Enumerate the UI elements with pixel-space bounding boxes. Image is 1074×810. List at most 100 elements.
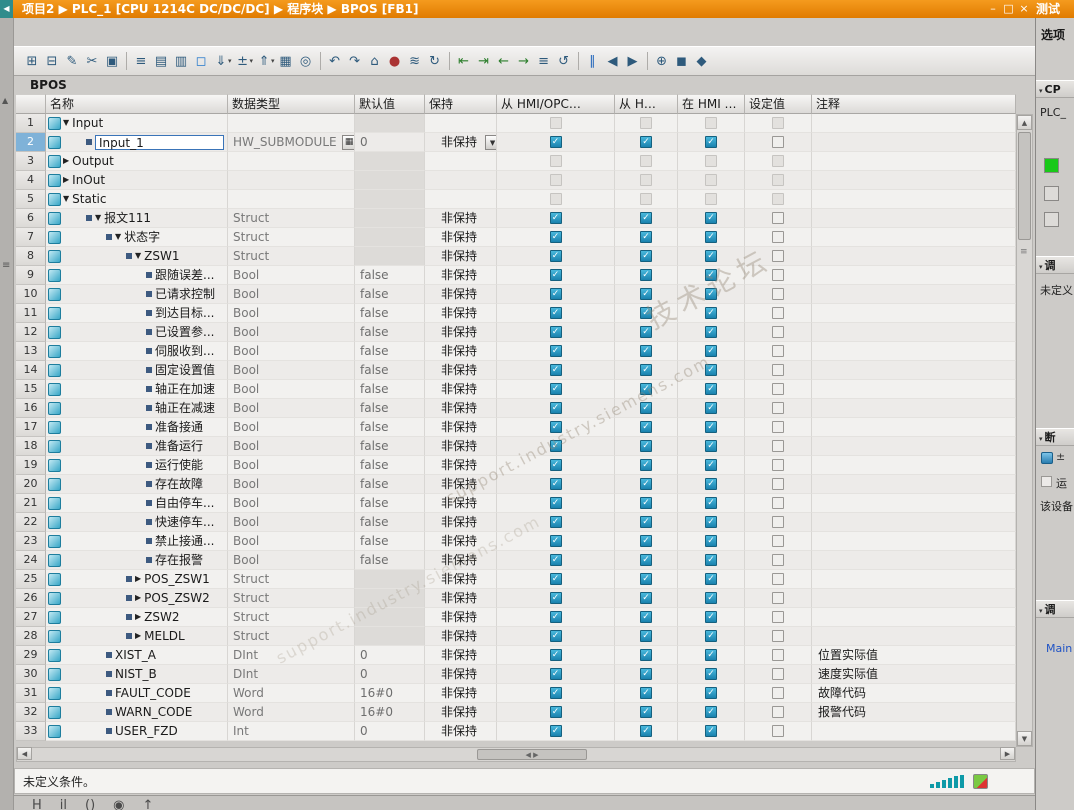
in-hmi-checkbox[interactable]: ✓ [705, 497, 717, 509]
left-edge-splitter[interactable]: ▲ ≡ [0, 18, 14, 810]
name-cell[interactable]: ▶ POS_ZSW2 [46, 589, 228, 608]
comment-cell[interactable] [812, 627, 1016, 646]
in-hmi-checkbox[interactable]: ✓ [705, 345, 717, 357]
datatype-cell[interactable]: Bool [228, 456, 355, 475]
table-row[interactable]: 11 到达目标... Bool false 非保持 ✓ ✓ ✓ [16, 304, 1016, 323]
default-value-cell[interactable]: false [355, 418, 425, 437]
name-cell[interactable]: ▼ Static [46, 190, 228, 209]
setpoint-checkbox[interactable] [772, 421, 784, 433]
retain-cell[interactable]: 非保持 ▼ [425, 133, 497, 152]
row-number[interactable]: 8 [16, 247, 46, 266]
in-hmi-checkbox[interactable]: ✓ [705, 592, 717, 604]
row-number[interactable]: 10 [16, 285, 46, 304]
retain-dropdown-icon[interactable]: ▼ [485, 135, 496, 150]
expand-icon[interactable]: ▶ [63, 152, 69, 170]
hmi-writable-checkbox[interactable]: ✓ [640, 326, 652, 338]
hmi-writable-checkbox[interactable]: ✓ [640, 364, 652, 376]
name-cell[interactable]: 轴正在减速 [46, 399, 228, 418]
default-value-cell[interactable] [355, 570, 425, 589]
taskbar-icon[interactable]: ◉ [113, 798, 124, 810]
retain-cell[interactable]: 非保持 [425, 209, 497, 228]
hmi-writable-checkbox[interactable]: ✓ [640, 231, 652, 243]
hmi-access-checkbox[interactable]: ✓ [549, 326, 562, 338]
hmi-writable-checkbox[interactable]: ✓ [640, 687, 652, 699]
in-hmi-checkbox[interactable]: ✓ [705, 459, 717, 471]
setpoint-checkbox[interactable] [772, 516, 784, 528]
cut-icon[interactable]: ✂ [82, 51, 102, 71]
in-hmi-checkbox[interactable]: ✓ [705, 402, 717, 414]
row-number[interactable]: 9 [16, 266, 46, 285]
row-number[interactable]: 18 [16, 437, 46, 456]
in-hmi-checkbox[interactable]: ✓ [705, 725, 717, 737]
table-row[interactable]: 17 准备接通 Bool false 非保持 ✓ ✓ ✓ [16, 418, 1016, 437]
hmi-writable-checkbox[interactable]: ✓ [640, 459, 652, 471]
hmi-writable-checkbox[interactable]: ✓ [640, 402, 652, 414]
name-cell[interactable]: ▶ POS_ZSW1 [46, 570, 228, 589]
hmi-writable-checkbox[interactable]: ✓ [640, 269, 652, 281]
horizontal-scroll-thumb[interactable]: ◀ ▶ [477, 749, 587, 760]
scroll-up-icon[interactable]: ▲ [1017, 115, 1032, 130]
name-cell[interactable]: 准备接通 [46, 418, 228, 437]
expand-icon[interactable]: ▶ [135, 627, 141, 645]
datatype-cell[interactable]: Bool [228, 437, 355, 456]
variable-name[interactable]: Input [72, 114, 103, 132]
rename-icon[interactable]: ✎ [62, 51, 82, 71]
default-value-cell[interactable]: false [355, 323, 425, 342]
datatype-cell[interactable]: Word [228, 684, 355, 703]
name-cell[interactable]: ▶ MELDL [46, 627, 228, 646]
name-cell[interactable]: 准备运行 [46, 437, 228, 456]
setpoint-checkbox[interactable] [772, 630, 784, 642]
in-hmi-checkbox[interactable]: ✓ [705, 288, 717, 300]
in-hmi-checkbox[interactable]: ✓ [705, 573, 717, 585]
scroll-down-icon[interactable]: ▼ [1017, 731, 1032, 746]
comment-cell[interactable] [812, 418, 1016, 437]
hmi-writable-checkbox[interactable]: ✓ [640, 668, 652, 680]
table-row[interactable]: 29 XIST_A DInt 0 非保持 ✓ ✓ ✓ 位置实际值 [16, 646, 1016, 665]
default-value-cell[interactable]: false [355, 532, 425, 551]
default-value-cell[interactable]: false [355, 380, 425, 399]
hmi-writable-checkbox[interactable]: ✓ [640, 288, 652, 300]
default-value-cell[interactable]: 0 [355, 133, 425, 152]
retain-cell[interactable] [425, 152, 497, 171]
comment-cell[interactable] [812, 494, 1016, 513]
comment-cell[interactable] [812, 437, 1016, 456]
comment-cell[interactable] [812, 551, 1016, 570]
datatype-cell[interactable] [228, 190, 355, 209]
default-value-cell[interactable]: false [355, 475, 425, 494]
in-hmi-checkbox[interactable]: ✓ [705, 136, 717, 148]
comment-cell[interactable] [812, 114, 1016, 133]
row-number[interactable]: 12 [16, 323, 46, 342]
datatype-cell[interactable]: Bool [228, 551, 355, 570]
name-cell[interactable]: 存在报警 [46, 551, 228, 570]
name-cell[interactable]: 运行使能 [46, 456, 228, 475]
fbd-view-icon[interactable]: ▥ [171, 51, 191, 71]
hmi-access-checkbox[interactable]: ✓ [549, 611, 562, 623]
breakpoint-icon[interactable] [1041, 452, 1053, 464]
hmi-writable-checkbox[interactable]: ✓ [640, 649, 652, 661]
comment-cell[interactable] [812, 266, 1016, 285]
setpoint-checkbox[interactable] [772, 478, 784, 490]
refresh-icon[interactable]: ↻ [425, 51, 445, 71]
datatype-cell[interactable] [228, 114, 355, 133]
comment-cell[interactable] [812, 190, 1016, 209]
comment-cell[interactable] [812, 209, 1016, 228]
datatype-cell[interactable]: DInt [228, 646, 355, 665]
default-value-cell[interactable]: false [355, 551, 425, 570]
horizontal-scrollbar[interactable]: ◀ ◀ ▶ ▶ [16, 747, 1016, 762]
hmi-access-checkbox[interactable]: ✓ [549, 402, 562, 414]
insert-row-icon[interactable]: ⊞ [22, 51, 42, 71]
row-number[interactable]: 17 [16, 418, 46, 437]
comment-cell[interactable] [812, 456, 1016, 475]
retain-cell[interactable]: 非保持 [425, 361, 497, 380]
search-tools-icon[interactable]: ⊕ [652, 51, 672, 71]
in-hmi-checkbox[interactable]: ✓ [705, 250, 717, 262]
redo-icon[interactable]: ↷ [345, 51, 365, 71]
default-value-cell[interactable] [355, 190, 425, 209]
variable-name[interactable]: 准备接通 [155, 418, 203, 436]
name-cell[interactable]: XIST_A [46, 646, 228, 665]
in-hmi-checkbox[interactable]: ✓ [705, 478, 717, 490]
datatype-cell[interactable]: Bool [228, 361, 355, 380]
hmi-writable-checkbox[interactable]: ✓ [640, 554, 652, 566]
row-number[interactable]: 16 [16, 399, 46, 418]
expand-icon[interactable]: ▶ [135, 589, 141, 607]
